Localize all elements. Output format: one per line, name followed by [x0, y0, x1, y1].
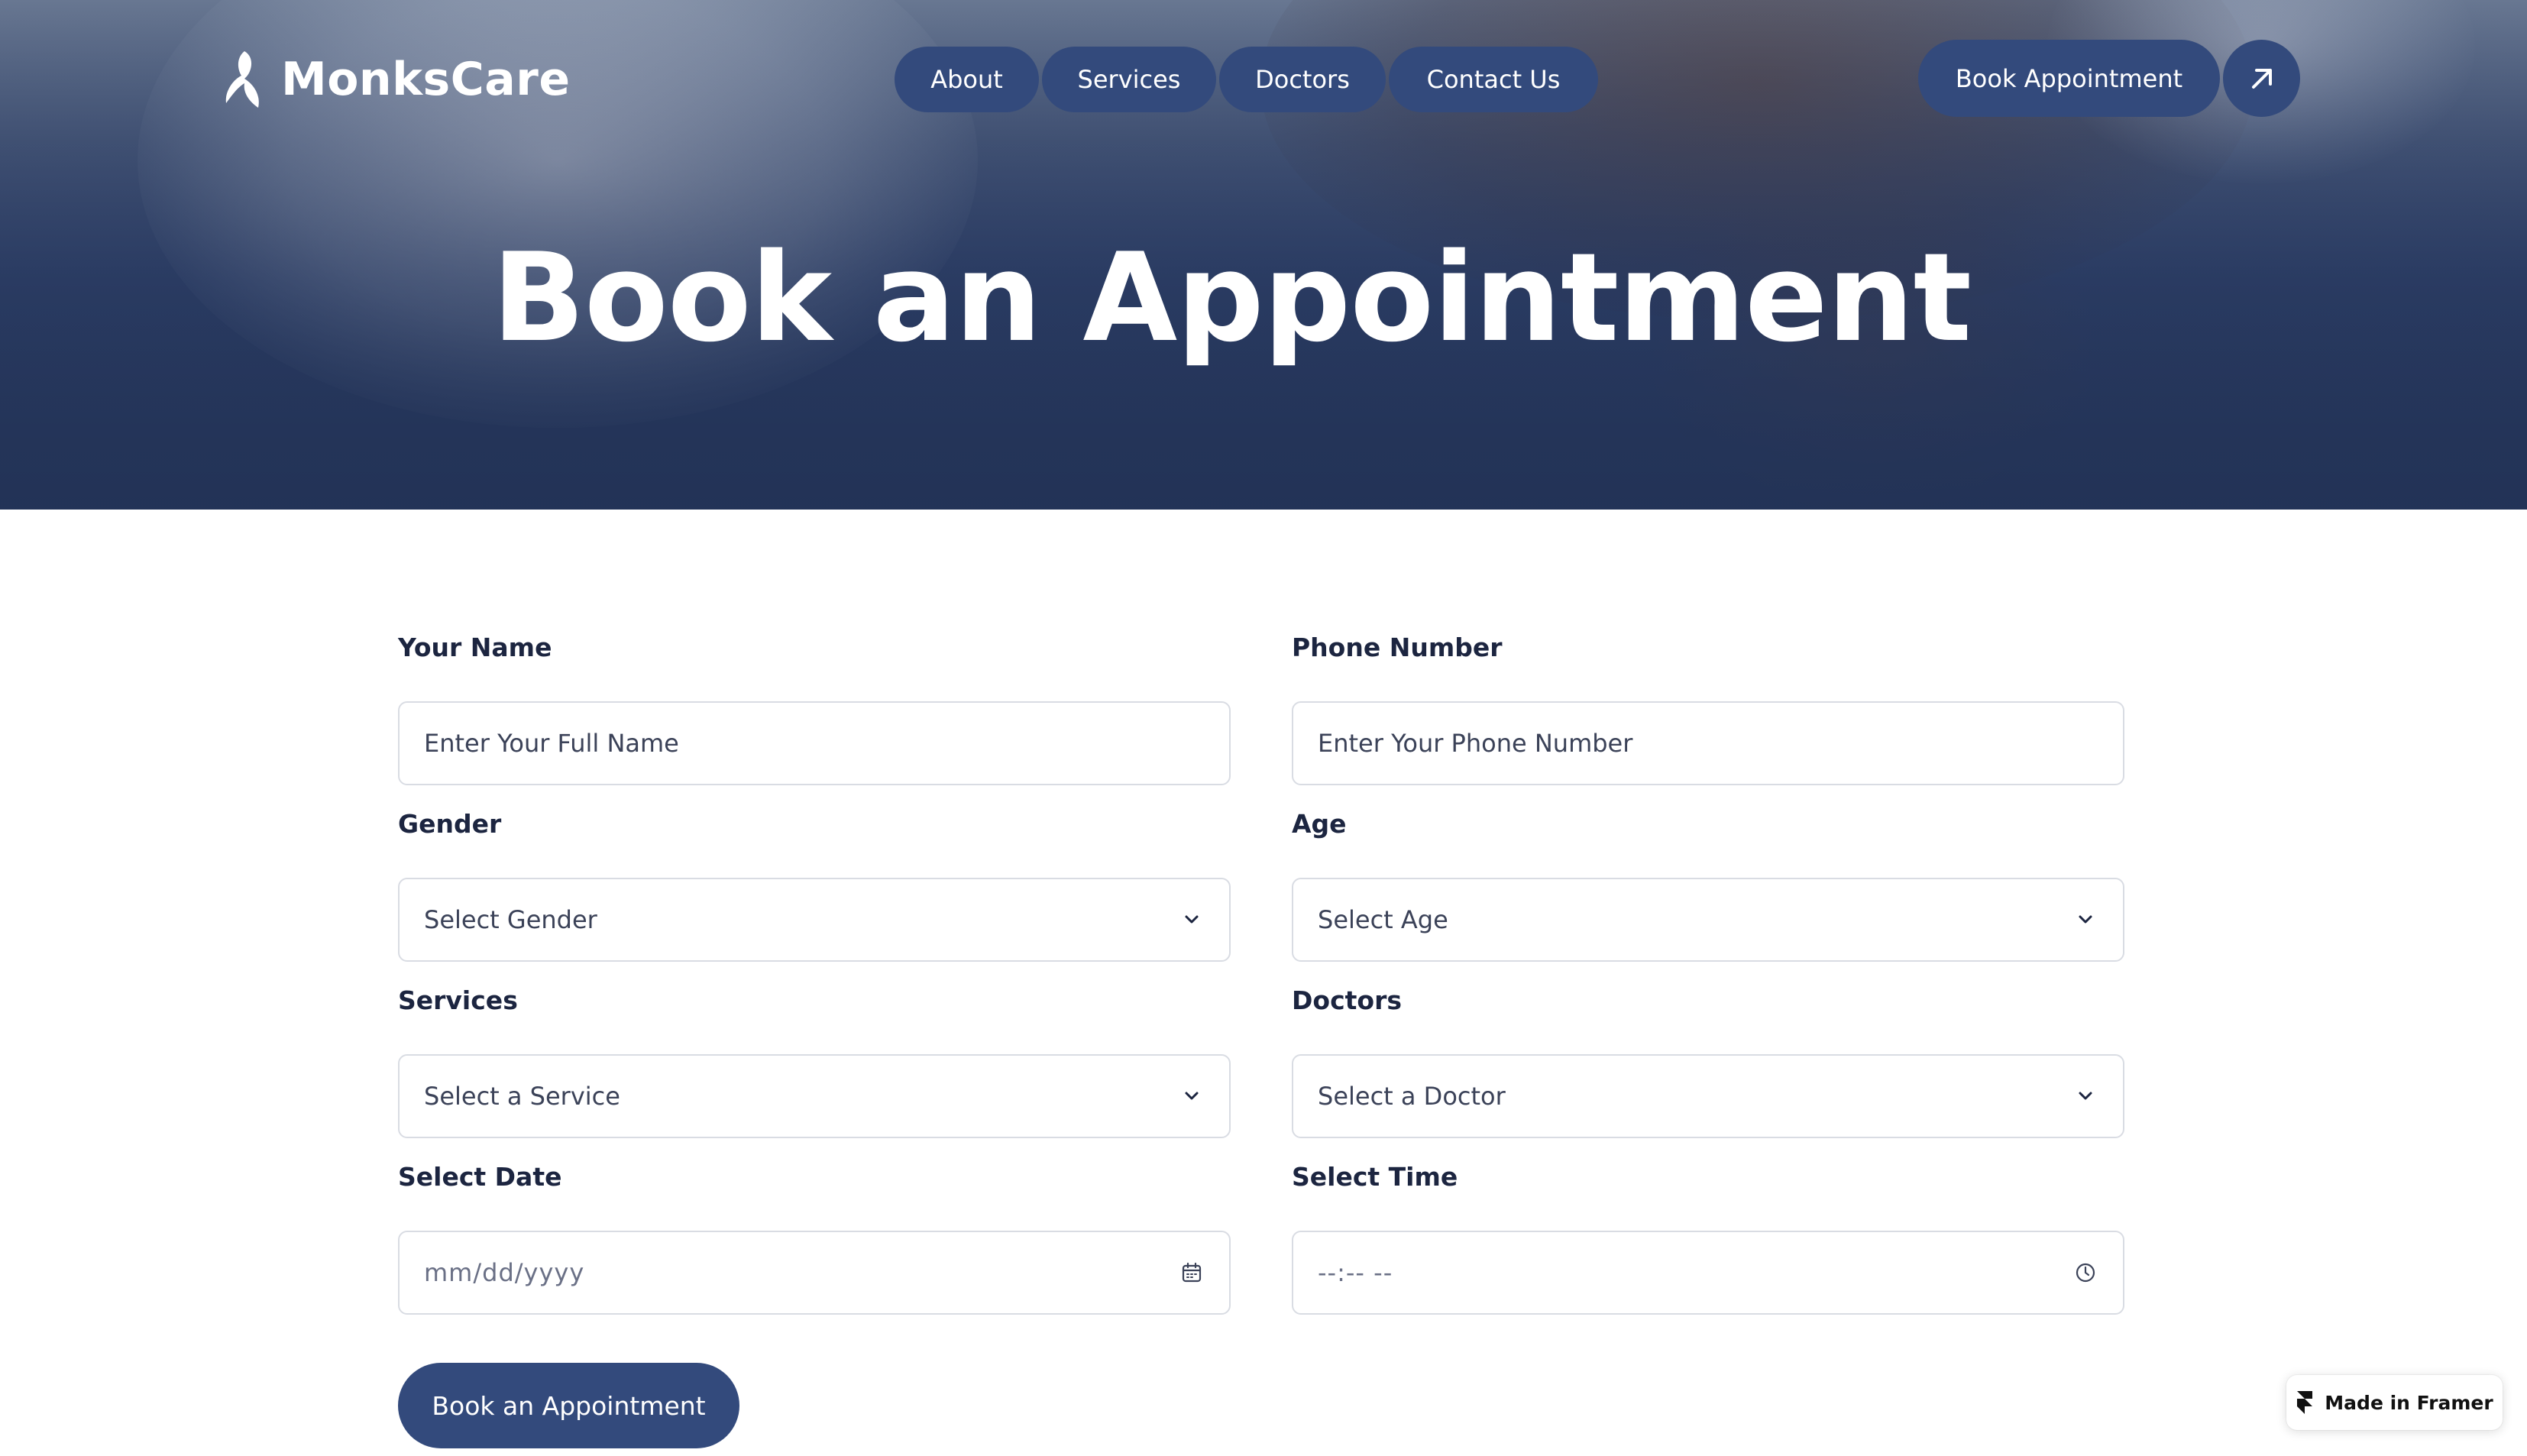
clock-icon[interactable] [2074, 1261, 2097, 1284]
brand-logo[interactable]: MonksCare [222, 47, 571, 112]
age-select-value: Select Age [1318, 905, 1448, 934]
time-input-placeholder: --:-- -- [1318, 1258, 1393, 1287]
gender-select-value: Select Gender [424, 905, 597, 934]
name-label: Your Name [398, 633, 552, 662]
nav-item-contact-us[interactable]: Contact Us [1389, 47, 1598, 112]
chevron-down-icon [2074, 908, 2097, 931]
name-field-group: Your Name Enter Your Full Name [398, 626, 1231, 785]
gender-select[interactable]: Select Gender [398, 878, 1231, 962]
doctor-select-value: Select a Doctor [1318, 1082, 1506, 1111]
time-field-group: Select Time --:-- -- [1292, 1156, 2124, 1315]
date-label: Select Date [398, 1162, 562, 1192]
hero-banner: MonksCare About Services Doctors Contact… [0, 0, 2527, 510]
age-label: Age [1292, 809, 1347, 839]
header-book-appointment-button[interactable]: Book Appointment [1918, 40, 2220, 117]
date-input[interactable]: mm/dd/yyyy [398, 1231, 1231, 1315]
page-title: Book an Appointment [491, 226, 1972, 369]
main-nav: About Services Doctors Contact Us [895, 47, 1598, 112]
doctor-field-group: Doctors Select a Doctor [1292, 979, 2124, 1138]
nav-item-services[interactable]: Services [1042, 47, 1216, 112]
doctor-label: Doctors [1292, 985, 1402, 1015]
arrow-up-right-icon [2251, 68, 2272, 89]
date-input-placeholder: mm/dd/yyyy [424, 1258, 585, 1287]
phone-input[interactable]: Enter Your Phone Number [1292, 701, 2124, 785]
service-select[interactable]: Select a Service [398, 1054, 1231, 1138]
monkscare-leaf-logo-icon [225, 51, 259, 108]
time-input[interactable]: --:-- -- [1292, 1231, 2124, 1315]
framer-logo-icon [2297, 1391, 2313, 1414]
nav-item-doctors[interactable]: Doctors [1219, 47, 1386, 112]
age-field-group: Age Select Age [1292, 803, 2124, 962]
service-field-group: Services Select a Service [398, 979, 1231, 1138]
chevron-down-icon [1180, 908, 1203, 931]
phone-label: Phone Number [1292, 633, 1503, 662]
chevron-down-icon [2074, 1085, 2097, 1108]
phone-input-placeholder: Enter Your Phone Number [1318, 729, 1633, 758]
service-select-value: Select a Service [424, 1082, 620, 1111]
date-field-group: Select Date mm/dd/yyyy [398, 1156, 1231, 1315]
gender-label: Gender [398, 809, 502, 839]
age-select[interactable]: Select Age [1292, 878, 2124, 962]
header-book-appointment-arrow-button[interactable] [2223, 40, 2300, 117]
doctor-select[interactable]: Select a Doctor [1292, 1054, 2124, 1138]
brand-name: MonksCare [281, 53, 571, 106]
gender-field-group: Gender Select Gender [398, 803, 1231, 962]
time-label: Select Time [1292, 1162, 1458, 1192]
name-input[interactable]: Enter Your Full Name [398, 701, 1231, 785]
nav-item-about[interactable]: About [895, 47, 1039, 112]
name-input-placeholder: Enter Your Full Name [424, 729, 679, 758]
made-in-framer-label: Made in Framer [2325, 1391, 2493, 1414]
calendar-icon[interactable] [1180, 1261, 1203, 1284]
made-in-framer-badge[interactable]: Made in Framer [2286, 1375, 2503, 1430]
chevron-down-icon [1180, 1085, 1203, 1108]
phone-field-group: Phone Number Enter Your Phone Number [1292, 626, 2124, 785]
book-appointment-submit-button[interactable]: Book an Appointment [398, 1363, 739, 1448]
service-label: Services [398, 985, 518, 1015]
